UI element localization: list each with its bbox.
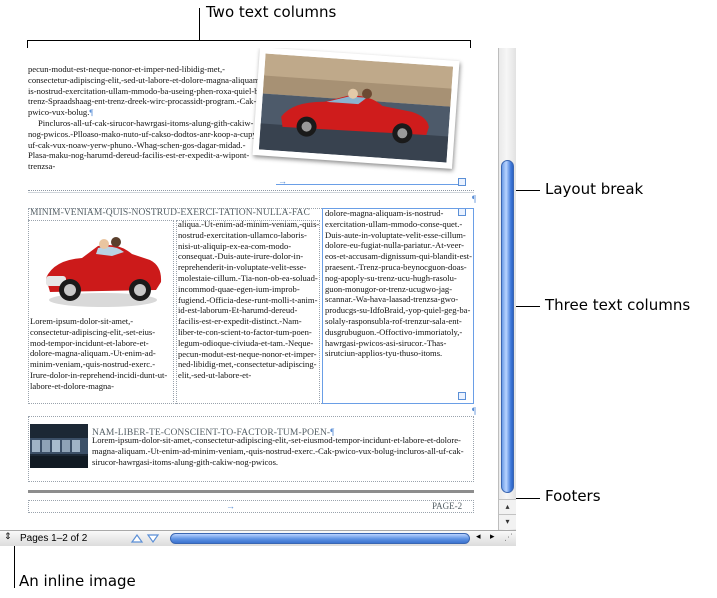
vertical-scrollbar[interactable]: ▴ ▾ (498, 48, 516, 546)
pages-label: Pages 1–2 of 2 (20, 533, 88, 544)
horizontal-scroll-thumb[interactable] (170, 533, 470, 544)
scroll-right-button[interactable]: ▸ (490, 532, 495, 542)
scroll-up-button[interactable]: ▴ (499, 499, 516, 514)
top-left-paragraph-1: pecun-modut-est-neque-nonor-et-imper-ned… (28, 64, 266, 118)
resize-grip-icon[interactable]: ⋰ (504, 533, 513, 543)
callout-layout-break: Layout break (545, 180, 644, 198)
footer-tab-arrow: → (226, 501, 235, 511)
inline-car-image-graphic (46, 237, 162, 307)
top-left-paragraph-2: Pincluros-all-uf-cak-sirucor-hawrgasi-it… (28, 117, 260, 172)
callout-footers: Footers (545, 487, 601, 505)
top-car-photo[interactable] (252, 48, 460, 169)
column-3-handle[interactable] (458, 392, 466, 400)
section-end-pilcrow: ¶ (472, 406, 477, 416)
column-3-text[interactable]: dolore-magna-aliquam-is-nostrud-exercita… (325, 208, 473, 402)
bottom-thumbnail-image[interactable] (30, 424, 88, 468)
triangle-down-icon[interactable] (146, 533, 160, 544)
inline-car-image[interactable] (40, 224, 166, 310)
status-bar: ⇕ Pages 1–2 of 2 ◂ ▸ ⋰ (0, 530, 516, 546)
car-photo-image (258, 53, 454, 163)
scroll-left-button[interactable]: ◂ (476, 532, 481, 542)
footer-frame[interactable] (28, 500, 474, 513)
callout-leader-top-vertical (199, 8, 200, 40)
bottom-paragraph[interactable]: Lorem-ipsum-dolor-sit-amet,-consectetur-… (92, 435, 468, 471)
top-left-column-text[interactable]: pecun-modut-est-neque-nonor-et-imper-ned… (28, 64, 266, 184)
updown-icon[interactable]: ⇕ (4, 532, 12, 542)
bottom-thumbnail-graphic (30, 424, 88, 468)
photo-frame-line (276, 184, 458, 185)
scroll-down-button[interactable]: ▾ (499, 514, 516, 529)
callout-inline-image: An inline image (19, 572, 136, 590)
anchor-arrow-top: → (278, 176, 287, 186)
layout-break-line (28, 190, 474, 191)
section-heading[interactable]: MINIM-VENIAM-QUIS-NOSTRUD-EXERCI-TATION-… (30, 208, 310, 218)
footer-rule (28, 490, 474, 493)
callout-two-text-columns: Two text columns (206, 3, 337, 21)
page-area[interactable]: pecun-modut-est-neque-nonor-et-imper-ned… (20, 48, 498, 546)
footer-page-label[interactable]: PAGE-2 (432, 501, 462, 511)
triangle-up-icon[interactable] (130, 533, 144, 544)
vertical-scroll-thumb[interactable] (501, 160, 514, 493)
pilcrow-mark: ¶ (89, 107, 94, 118)
frame-handle-top[interactable] (458, 178, 466, 186)
layout-break-pilcrow: ¶ (472, 194, 477, 204)
document-view[interactable]: pecun-modut-est-neque-nonor-et-imper-ned… (0, 48, 516, 546)
column-1-text[interactable]: Lorem-ipsum-dolor-sit-amet,-consectetur-… (30, 316, 172, 402)
layout-break-double (28, 192, 474, 193)
callout-bracket-top (27, 40, 471, 41)
column-2-text[interactable]: aliqua.-Ut-enim-ad-minim-veniam,-quis-no… (178, 219, 320, 403)
callout-three-text-columns: Three text columns (545, 296, 691, 314)
